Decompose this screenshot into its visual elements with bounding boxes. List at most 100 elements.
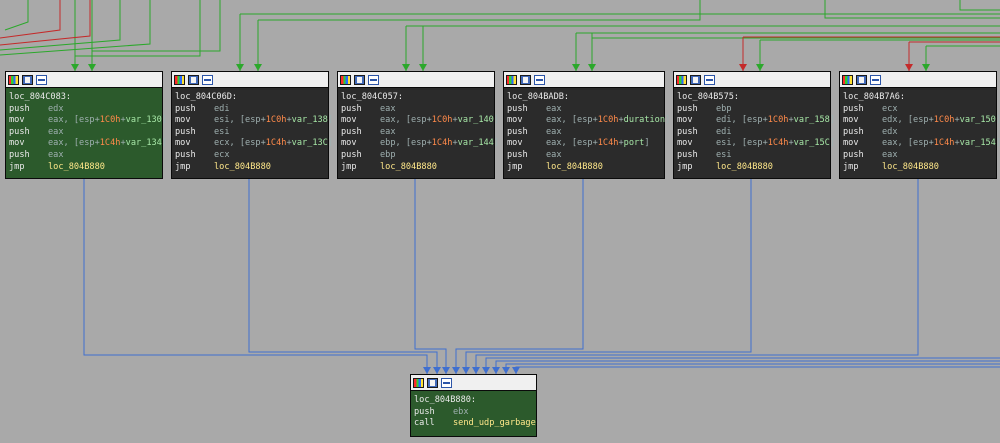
instruction-line[interactable]: push ecx [843,104,993,116]
code-block[interactable]: loc_804C083: push edx mov eax, [esp+1C0h+var… [5,71,167,179]
graph-view-icon[interactable] [36,74,47,85]
edge-arrow [922,64,930,71]
edit-block-icon[interactable] [690,74,701,85]
instruction-line[interactable]: push eax [507,150,661,162]
instruction-line[interactable]: mov edi, [esp+1C0h+var_158] [677,115,835,127]
instruction-line[interactable]: push eax [9,127,159,139]
instruction-line[interactable]: mov eax, [esp+1C4h+var_134] [9,138,167,150]
color-palette-icon[interactable] [174,74,185,85]
instruction-line[interactable]: jmp loc_804B880 [843,162,993,174]
instruction-line[interactable]: push eax [843,150,993,162]
instruction-line[interactable]: jmp loc_804B880 [175,162,325,174]
operand[interactable]: var_13C [292,138,328,148]
instruction-line[interactable]: jmp loc_804B880 [507,162,661,174]
edit-block-icon[interactable] [427,377,438,388]
code-block[interactable]: loc_804B880: push ebx call send_udp_garbage [410,374,537,437]
operand[interactable]: var_158 [794,115,830,125]
block-header[interactable] [338,72,494,88]
graph-view-icon[interactable] [441,377,452,388]
operand[interactable]: loc_804B880 [48,162,105,172]
instruction-line[interactable]: push edx [843,127,993,139]
instruction-line[interactable]: jmp loc_804B880 [341,162,491,174]
graph-view-icon[interactable] [368,74,379,85]
instruction-line[interactable]: push ebx [414,407,533,419]
edit-block-icon[interactable] [22,74,33,85]
edit-block-icon[interactable] [188,74,199,85]
instruction-line[interactable]: mov eax, [esp+1C0h+duration] [507,115,670,127]
code-block[interactable]: loc_804B7A6: push ecx mov edx, [esp+1C0h+var… [839,71,1000,179]
edit-block-icon[interactable] [520,74,531,85]
operand[interactable]: send_udp_garbage [453,418,536,428]
operand[interactable]: loc_804B880 [882,162,939,172]
operand[interactable]: var_150 [960,115,996,125]
block-header[interactable] [411,375,536,391]
instruction-line[interactable]: push edi [677,127,827,139]
instruction-line[interactable]: movedx, [esp+1C0h+var_150] [843,115,1000,127]
graph-view-icon[interactable] [534,74,545,85]
block-header[interactable] [674,72,830,88]
instruction-line[interactable]: push eax [507,127,661,139]
instruction-line[interactable]: moveax, [esp+1C4h+var_154] [843,138,1000,150]
instruction-line[interactable]: push eax [9,150,159,162]
color-palette-icon[interactable] [506,74,517,85]
operand[interactable]: port [624,138,645,148]
code-block[interactable]: loc_804C06D: push edi mov esi, [esp+1C0h+var… [171,71,333,179]
instruction-line[interactable]: jmp loc_804B880 [677,162,827,174]
block-label[interactable]: loc_804C083: [9,92,159,104]
color-palette-icon[interactable] [842,74,853,85]
block-header[interactable] [172,72,328,88]
instruction-line[interactable]: mov eax, [esp+1C0h+var_130] [9,115,167,127]
code-block[interactable]: loc_804B575: push ebp mov edi, [esp+1C0h+var… [673,71,835,179]
code-block[interactable]: loc_804BADB: push eax mov eax, [esp+1C0h+dur… [503,71,670,179]
operand[interactable]: var_138 [292,115,328,125]
block-label[interactable]: loc_804B575: [677,92,827,104]
operand[interactable]: loc_804B880 [214,162,271,172]
block-label[interactable]: loc_804C057: [341,92,491,104]
instruction-line[interactable]: push eax [341,104,491,116]
graph-view-icon[interactable] [704,74,715,85]
instruction-line[interactable]: mov ebp, [esp+1C4h+var_144] [341,138,499,150]
color-palette-icon[interactable] [676,74,687,85]
operand[interactable]: var_154 [960,138,996,148]
instruction-line[interactable]: push esi [175,127,325,139]
instruction-line[interactable]: call send_udp_garbage [414,418,536,430]
color-palette-icon[interactable] [340,74,351,85]
block-header[interactable] [504,72,664,88]
block-label[interactable]: loc_804BADB: [507,92,661,104]
instruction-line[interactable]: push eax [341,127,491,139]
operand[interactable]: var_130 [126,115,162,125]
operand[interactable]: duration [624,115,665,125]
instruction-line[interactable]: push ecx [175,150,325,162]
operand[interactable]: var_134 [126,138,162,148]
block-label[interactable]: loc_804B7A6: [843,92,993,104]
operand[interactable]: loc_804B880 [380,162,437,172]
instruction-line[interactable]: mov eax, [esp+1C4h+port] [507,138,661,150]
block-label[interactable]: loc_804B880: [414,395,533,407]
edit-block-icon[interactable] [856,74,867,85]
operand[interactable]: var_140 [458,115,494,125]
instruction-line[interactable]: push ebp [341,150,491,162]
color-palette-icon[interactable] [8,74,19,85]
instruction-line[interactable]: push ebp [677,104,827,116]
operand[interactable]: loc_804B880 [716,162,773,172]
instruction-line[interactable]: push esi [677,150,827,162]
instruction-line[interactable]: mov esi, [esp+1C0h+var_138] [175,115,333,127]
graph-view-icon[interactable] [202,74,213,85]
instruction-line[interactable]: push eax [507,104,661,116]
operand[interactable]: var_144 [458,138,494,148]
instruction-line[interactable]: jmp loc_804B880 [9,162,159,174]
instruction-line[interactable]: mov ecx, [esp+1C4h+var_13C] [175,138,333,150]
block-label[interactable]: loc_804C06D: [175,92,325,104]
block-header[interactable] [840,72,996,88]
instruction-line[interactable]: mov esi, [esp+1C4h+var_15C] [677,138,835,150]
instruction-line[interactable]: push edi [175,104,325,116]
edit-block-icon[interactable] [354,74,365,85]
operand[interactable]: loc_804B880 [546,162,603,172]
code-block[interactable]: loc_804C057: push eax mov eax, [esp+1C0h+var… [337,71,499,179]
instruction-line[interactable]: push edx [9,104,159,116]
graph-view-icon[interactable] [870,74,881,85]
color-palette-icon[interactable] [413,377,424,388]
operand[interactable]: var_15C [794,138,830,148]
block-header[interactable] [6,72,162,88]
instruction-line[interactable]: mov eax, [esp+1C0h+var_140] [341,115,499,127]
